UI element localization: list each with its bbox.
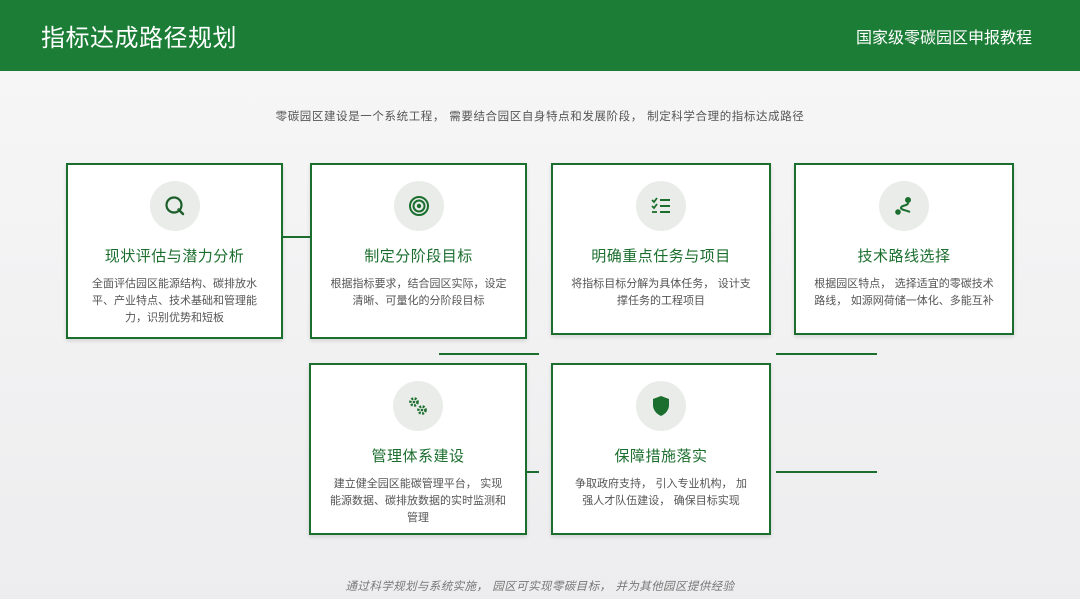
card-title: 制定分阶段目标 — [364, 247, 473, 265]
step-card-phased-goals: 制定分阶段目标 根据指标要求，结合园区实际，设定清晰、可量化的分阶段目标 — [310, 163, 527, 339]
card-description: 根据指标要求，结合园区实际，设定清晰、可量化的分阶段目标 — [330, 277, 507, 307]
step-card-management: 管理体系建设 建立健全园区能碳管理平台， 实现能源数据、碳排放数据的实时监测和管… — [309, 363, 527, 535]
step-card-key-tasks: 明确重点任务与项目 将指标目标分解为具体任务， 设计支撑任务的工程项目 — [551, 163, 771, 335]
search-icon — [164, 196, 184, 216]
icon-circle — [149, 181, 200, 231]
connector-line — [283, 236, 311, 238]
card-description: 根据园区特点， 选择适宜的零碳技术路线， 如源网荷储一体化、多能互补 — [814, 277, 994, 307]
connector-line — [776, 353, 877, 355]
card-title: 管理体系建设 — [371, 447, 465, 465]
intro-text: 零碳园区建设是一个系统工程， 需要结合园区自身特点和发展阶段， 制定科学合理的指… — [275, 109, 805, 123]
course-title: 国家级零碳园区申报教程 — [855, 27, 1032, 47]
icon-circle — [636, 381, 686, 431]
connector-line — [527, 471, 539, 473]
step-card-tech-route: 技术路线选择 根据园区特点， 选择适宜的零碳技术路线， 如源网荷储一体化、多能互… — [794, 163, 1014, 335]
footer-note: 通过科学规划与系统实施， 园区可实现零碳目标， 并为其他园区提供经验 — [345, 579, 735, 593]
card-description: 将指标目标分解为具体任务， 设计支撑任务的工程项目 — [571, 277, 751, 307]
page-title: 指标达成路径规划 — [41, 24, 237, 52]
card-title: 技术路线选择 — [857, 247, 951, 265]
route-icon — [895, 197, 911, 215]
icon-circle — [879, 181, 929, 231]
task-list-icon — [651, 197, 670, 213]
header-bar: 指标达成路径规划 国家级零碳园区申报教程 — [0, 0, 1080, 71]
shield-icon — [653, 396, 669, 416]
step-card-assessment: 现状评估与潜力分析 全面评估园区能源结构、碳排放水平、产业特点、技术基础和管理能… — [66, 163, 283, 339]
card-title: 明确重点任务与项目 — [591, 247, 731, 265]
card-title: 保障措施落实 — [614, 447, 708, 465]
card-description: 争取政府支持， 引入专业机构， 加强人才队伍建设， 确保目标实现 — [575, 477, 747, 507]
gears-icon — [409, 397, 427, 415]
card-description: 建立健全园区能碳管理平台， 实现能源数据、碳排放数据的实时监测和管理 — [330, 477, 506, 524]
icon-circle — [393, 381, 443, 431]
step-card-safeguards: 保障措施落实 争取政府支持， 引入专业机构， 加强人才队伍建设， 确保目标实现 — [551, 363, 771, 535]
icon-circle — [393, 181, 444, 231]
card-title: 现状评估与潜力分析 — [104, 247, 245, 265]
connector-line — [439, 353, 539, 355]
card-description: 全面评估园区能源结构、碳排放水平、产业特点、技术基础和管理能力，识别优势和短板 — [92, 277, 257, 324]
connector-line — [776, 471, 877, 473]
target-icon — [408, 196, 429, 216]
icon-circle — [636, 181, 686, 231]
